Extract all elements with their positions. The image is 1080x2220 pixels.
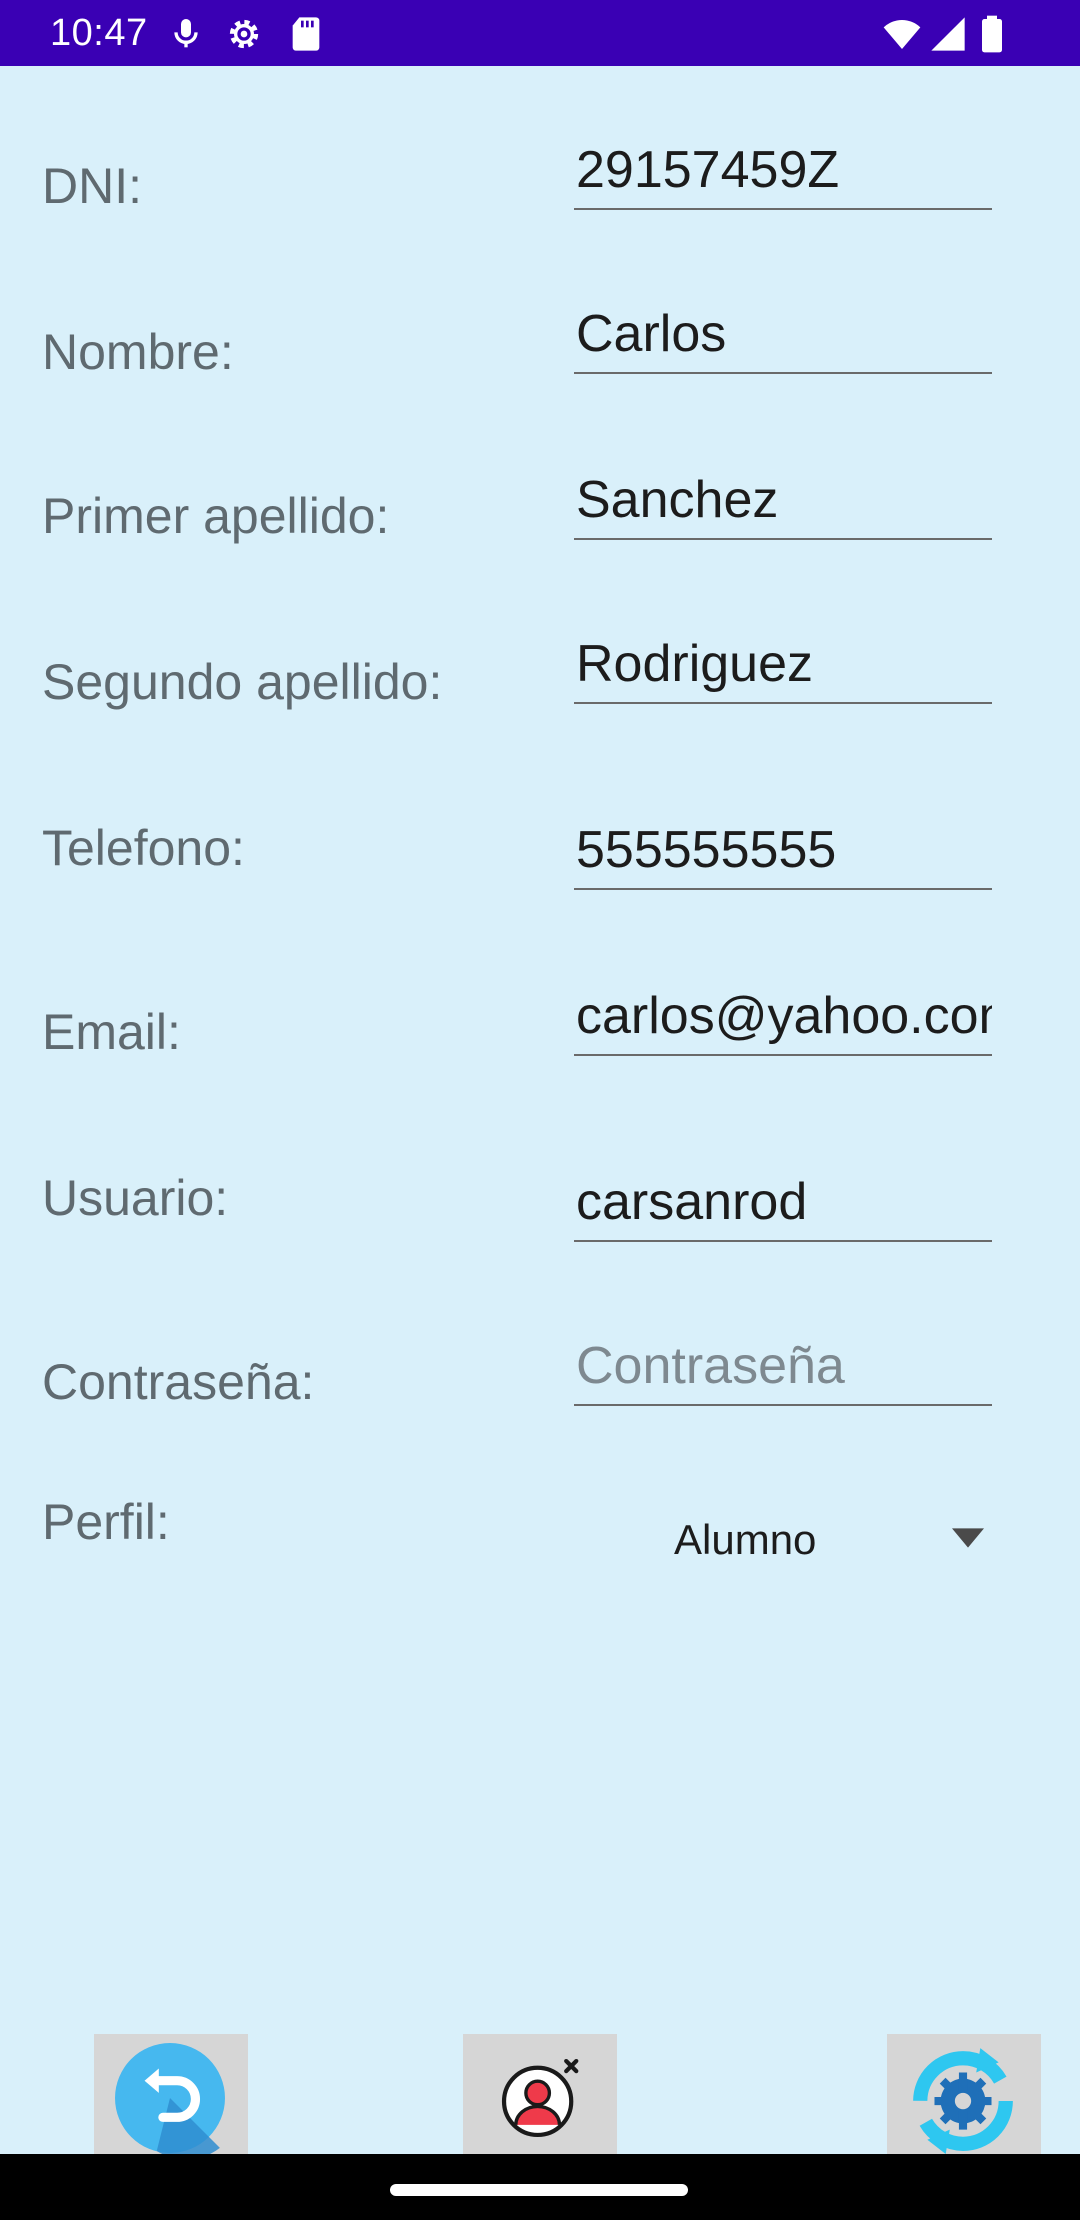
primer-apellido-input[interactable] [574, 464, 992, 536]
email-field-container [574, 980, 992, 1056]
refresh-settings-icon [913, 2048, 1013, 2154]
update-button[interactable] [887, 2034, 1041, 2154]
dni-label: DNI: [42, 158, 142, 214]
nombre-field-container [574, 298, 992, 374]
remove-user-icon [501, 2058, 579, 2138]
settings-gear-icon [224, 14, 264, 54]
dni-input[interactable] [574, 134, 992, 206]
battery-icon [976, 14, 1008, 54]
contrasena-field-container [574, 1330, 992, 1406]
email-label: Email: [42, 1004, 181, 1060]
email-input[interactable] [574, 980, 992, 1052]
navigation-bar [0, 2154, 1080, 2220]
wifi-icon [880, 14, 924, 54]
telefono-label: Telefono: [42, 820, 245, 876]
nombre-input[interactable] [574, 298, 992, 370]
microphone-icon [166, 14, 206, 54]
perfil-selected-value: Alumno [674, 1516, 817, 1563]
status-bar: 10:47 [0, 0, 1080, 66]
contrasena-input[interactable] [574, 1330, 992, 1402]
usuario-field-container [574, 1166, 992, 1242]
telefono-input[interactable] [574, 814, 992, 886]
nombre-label: Nombre: [42, 324, 234, 380]
usuario-input[interactable] [574, 1166, 992, 1238]
dni-field-container [574, 134, 992, 210]
home-handle[interactable] [390, 2184, 688, 2196]
dropdown-arrow-icon [952, 1528, 984, 1548]
primer-apellido-label: Primer apellido: [42, 488, 390, 544]
usuario-label: Usuario: [42, 1170, 229, 1226]
primer-apellido-field-container [574, 464, 992, 540]
segundo-apellido-field-container [574, 628, 992, 704]
segundo-apellido-input[interactable] [574, 628, 992, 700]
segundo-apellido-label: Segundo apellido: [42, 654, 443, 710]
status-time: 10:47 [50, 12, 148, 54]
telefono-field-container [574, 814, 992, 890]
perfil-label: Perfil: [42, 1494, 170, 1550]
contrasena-label: Contraseña: [42, 1354, 315, 1410]
delete-user-button[interactable] [463, 2034, 617, 2154]
sd-card-icon [286, 14, 326, 54]
perfil-spinner[interactable]: Alumno [574, 1500, 992, 1580]
back-arrow-icon [115, 2043, 225, 2154]
back-button[interactable] [94, 2034, 248, 2154]
cell-signal-icon [928, 14, 968, 54]
